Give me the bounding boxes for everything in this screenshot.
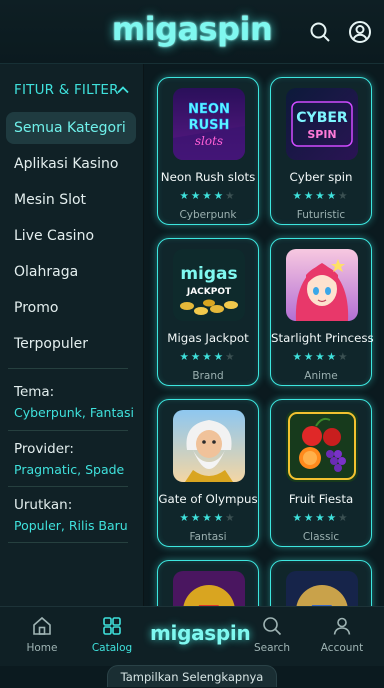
divider [8,542,128,543]
game-thumbnail: CYBER SPIN [286,88,358,160]
game-thumbnail: 7 [173,571,245,608]
game-card[interactable]: Fruit Fiesta ★★★★★ Classic [270,399,372,547]
show-more-button[interactable]: Tampilkan Selengkapnya [107,665,277,687]
game-card[interactable]: Gate of Olympus ★★★★★ Fantasi [157,399,259,547]
bottom-navigation: Home Catalog migaspin Search Account [0,606,384,666]
nav-catalog-label: Catalog [91,642,133,654]
thumb-text: CYBER [296,110,348,126]
nav-catalog[interactable]: Catalog [82,615,142,654]
sort-value[interactable]: Populer, Rilis Baru [14,518,128,533]
game-title: Neon Rush slots [160,170,256,184]
nav-home-label: Home [26,642,58,654]
rating-stars: ★★★★★ [179,190,237,202]
thumb-text: migas [180,264,237,284]
game-title: Fruit Fiesta [288,492,354,506]
category-slot-machines[interactable]: Mesin Slot [6,184,136,216]
provider-filter-label: Provider: [14,441,74,457]
game-tag: Anime [304,370,338,382]
rating-stars: ★★★★★ [292,190,350,202]
game-thumbnail [286,410,358,482]
rating-stars: ★★★★★ [179,351,237,363]
game-card[interactable]: migas JACKPOT Migas Jackpot ★★★★★ Brand [157,238,259,386]
sort-label: Urutkan: [14,497,73,513]
rating-stars: ★★★★★ [179,512,237,524]
game-card[interactable]: CYBER SPIN Cyber spin ★★★★★ Futuristic [270,77,372,225]
app-header: migaspin [0,0,384,64]
chevron-up-icon[interactable] [116,82,130,96]
thumb-text: SPIN [307,128,336,141]
game-thumbnail: 7 [286,571,358,608]
search-icon [263,617,282,636]
game-tag: Brand [192,370,224,382]
category-live-casino[interactable]: Live Casino [6,220,136,252]
game-thumbnail [173,410,245,482]
search-icon[interactable] [308,20,332,44]
provider-filter-value[interactable]: Pragmatic, Spade [14,462,124,477]
filter-sidebar: FITUR & FILTER Semua Kategori Aplikasi K… [0,64,144,608]
category-promo[interactable]: Promo [6,292,136,324]
game-tag: Fantasi [189,531,227,543]
thumb-text: RUSH [189,118,230,133]
nav-search-label: Search [253,642,291,654]
nav-account[interactable]: Account [312,615,372,654]
divider [8,486,128,487]
category-sports[interactable]: Olahraga [6,256,136,288]
filter-section-title: FITUR & FILTER [14,82,119,98]
category-popular[interactable]: Terpopuler [6,328,136,360]
divider [8,430,128,431]
home-icon [33,616,51,635]
account-icon [333,617,351,635]
nav-account-label: Account [320,642,364,654]
game-thumbnail: migas JACKPOT [173,249,245,321]
rating-stars: ★★★★★ [292,512,350,524]
theme-filter-value[interactable]: Cyberpunk, Fantasi [14,405,134,420]
category-casino-apps[interactable]: Aplikasi Kasino [6,148,136,180]
rating-stars: ★★★★★ [292,351,350,363]
theme-filter-label: Tema: [14,384,55,400]
game-title: Starlight Princess [271,331,374,345]
game-card[interactable]: 7 [157,560,259,608]
game-tag: Cyberpunk [179,209,237,221]
divider [8,368,128,369]
game-title: Gate of Olympus [158,492,258,506]
catalog-icon [103,617,121,635]
game-card[interactable]: NEON RUSH slots Neon Rush slots ★★★★★ Cy… [157,77,259,225]
category-all[interactable]: Semua Kategori [6,112,136,144]
game-card[interactable]: Starlight Princess ★★★★★ Anime [270,238,374,386]
thumb-text: slots [195,134,223,148]
game-card[interactable]: 7 [270,560,372,608]
account-icon[interactable] [348,20,372,44]
game-title: Cyber spin [289,170,353,184]
nav-home[interactable]: Home [12,615,72,654]
bottom-logo[interactable]: migaspin [150,621,251,645]
game-tag: Classic [302,531,340,543]
game-thumbnail [286,249,358,321]
nav-search[interactable]: Search [242,615,302,654]
game-thumbnail: NEON RUSH slots [173,88,245,160]
game-title: Migas Jackpot [167,331,249,345]
game-grid: NEON RUSH slots Neon Rush slots ★★★★★ Cy… [144,64,384,608]
thumb-text: NEON [188,102,230,117]
thumb-text: JACKPOT [186,287,232,297]
game-tag: Futuristic [296,209,346,221]
